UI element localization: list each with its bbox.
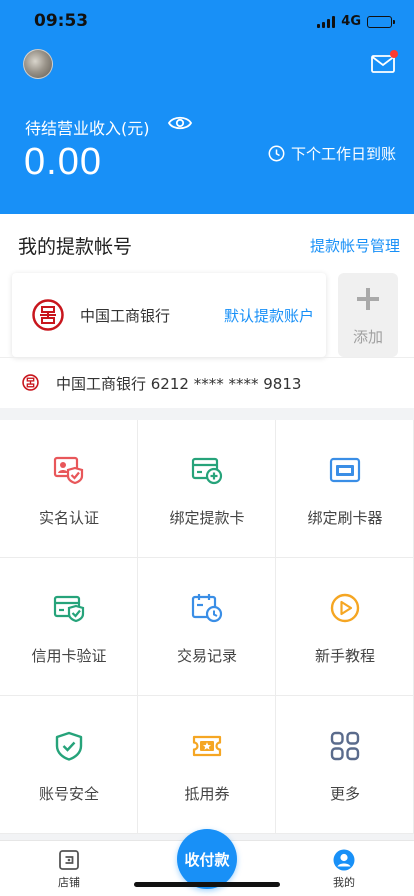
- header: 09:53 4G 待结营业收入(元) 0.00 下个工作日到账: [0, 0, 414, 214]
- add-label: 添加: [352, 328, 383, 346]
- add-account-button[interactable]: 添加: [338, 273, 398, 357]
- grid-label: 交易记录: [176, 647, 237, 665]
- avatar[interactable]: [23, 49, 53, 79]
- user-icon: [333, 849, 355, 871]
- icbc-logo-icon: [32, 299, 64, 331]
- grid-label: 抵用券: [184, 785, 230, 803]
- grid-label: 信用卡验证: [31, 647, 107, 665]
- manage-accounts-link[interactable]: 提款帐号管理: [310, 235, 400, 256]
- grid-label: 新手教程: [314, 647, 375, 665]
- grid-item-credit-verify[interactable]: 信用卡验证: [0, 558, 138, 696]
- plus-icon: [357, 288, 379, 310]
- grid-label: 更多: [329, 785, 360, 803]
- tab-label: 我的: [333, 876, 355, 889]
- tab-mine[interactable]: 我的: [304, 849, 384, 890]
- section-title: 我的提款帐号: [18, 236, 133, 258]
- grid-item-bind-card-reader[interactable]: 绑定刷卡器: [276, 420, 414, 558]
- credit-card-verify-icon: [53, 595, 85, 623]
- grid-item-account-security[interactable]: 账号安全: [0, 696, 138, 834]
- bank-name: 中国工商银行: [80, 307, 171, 325]
- mail-icon[interactable]: [371, 55, 395, 73]
- card-reader-icon: [329, 457, 361, 483]
- grid-label: 账号安全: [38, 785, 99, 803]
- grid-item-bind-withdraw-card[interactable]: 绑定提款卡: [138, 420, 276, 558]
- feature-grid: 实名认证 绑定提款卡 绑定刷卡器 信用卡验证 交易记录 新手教程 账号安全 抵用…: [0, 420, 414, 834]
- signal-icon: [317, 15, 336, 28]
- withdraw-accounts-section: 我的提款帐号 提款帐号管理 中国工商银行 默认提款账户 添加 中国工商银行 62…: [0, 214, 414, 408]
- calendar-clock-icon: [191, 594, 223, 623]
- income-label: 待结营业收入(元): [25, 119, 150, 138]
- default-account-tag: 默认提款账户: [223, 307, 314, 325]
- grid-item-coupon[interactable]: 抵用券: [138, 696, 276, 834]
- more-grid-icon: [330, 731, 360, 761]
- coupon-icon: [192, 735, 222, 757]
- add-card-icon: [191, 457, 223, 485]
- grid-label: 绑定刷卡器: [307, 509, 383, 527]
- grid-item-tutorial[interactable]: 新手教程: [276, 558, 414, 696]
- play-tutorial-icon: [330, 593, 360, 623]
- notification-dot: [390, 50, 398, 58]
- icbc-logo-icon: [22, 374, 39, 391]
- battery-icon: [367, 15, 395, 28]
- grid-item-id-verify[interactable]: 实名认证: [0, 420, 138, 558]
- settle-info: 下个工作日到账: [268, 143, 396, 164]
- grid-label: 实名认证: [38, 509, 99, 527]
- card-number-text: 中国工商银行 6212 **** **** 9813: [56, 375, 302, 393]
- settle-text: 下个工作日到账: [290, 145, 396, 163]
- shield-check-icon: [55, 731, 83, 761]
- card-row[interactable]: 中国工商银行 6212 **** **** 9813: [0, 357, 414, 408]
- status-bar: 09:53 4G: [0, 0, 414, 44]
- network-label: 4G: [341, 14, 361, 29]
- eye-icon[interactable]: [168, 114, 192, 132]
- id-verify-icon: [53, 456, 84, 485]
- status-time: 09:53: [34, 11, 89, 31]
- clock-icon: [268, 145, 285, 162]
- tab-label: 店铺: [58, 876, 80, 889]
- store-icon: [59, 850, 79, 870]
- grid-item-transactions[interactable]: 交易记录: [138, 558, 276, 696]
- tab-store[interactable]: 店铺: [29, 849, 109, 890]
- income-value: 0.00: [24, 141, 102, 183]
- collect-payment-button[interactable]: 收付款: [177, 829, 237, 889]
- home-indicator: [134, 882, 280, 887]
- status-indicators: 4G: [317, 14, 395, 29]
- grid-label: 绑定提款卡: [169, 509, 245, 527]
- bank-card[interactable]: 中国工商银行 默认提款账户: [12, 273, 326, 357]
- grid-item-more[interactable]: 更多: [276, 696, 414, 834]
